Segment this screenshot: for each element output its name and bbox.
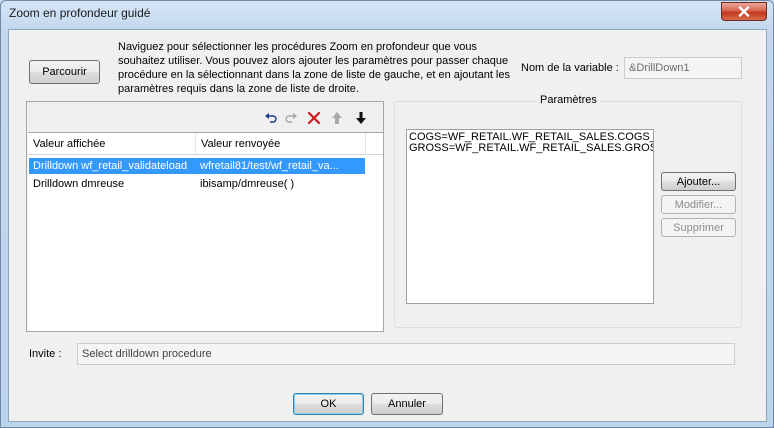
- prompt-label: Invite :: [29, 348, 62, 360]
- procedure-panel: Valeur affichée Valeur renvoyée Drilldow…: [26, 101, 384, 332]
- modify-parameter-button[interactable]: Modifier...: [661, 195, 736, 214]
- title-bar: Zoom en profondeur guidé: [1, 1, 773, 27]
- list-header: Valeur affichée Valeur renvoyée: [28, 133, 383, 155]
- list-item[interactable]: Drilldown wf_retail_validateload wfretai…: [29, 158, 365, 174]
- parameters-list[interactable]: COGS=WF_RETAIL.WF_RETAIL_SALES.COGS_US G…: [406, 129, 654, 304]
- window-title: Zoom en profondeur guidé: [9, 6, 151, 20]
- add-parameter-button[interactable]: Ajouter...: [661, 172, 736, 191]
- procedure-list[interactable]: Valeur affichée Valeur renvoyée Drilldow…: [28, 132, 383, 331]
- move-up-icon[interactable]: [329, 110, 345, 126]
- parameters-group: Paramètres COGS=WF_RETAIL.WF_RETAIL_SALE…: [394, 94, 742, 328]
- column-header-displayed-value[interactable]: Valeur affichée: [28, 133, 196, 155]
- ok-button[interactable]: OK: [293, 393, 364, 415]
- list-item-display-value: Drilldown wf_retail_validateload: [33, 160, 188, 172]
- list-item-returned-value: ibisamp/dmreuse( ): [200, 178, 295, 190]
- dialog-window: Zoom en profondeur guidé Parcourir Navig…: [0, 0, 774, 428]
- redo-icon[interactable]: [283, 110, 299, 126]
- list-item-display-value: Drilldown dmreuse: [33, 178, 125, 190]
- column-header-returned-value[interactable]: Valeur renvoyée: [196, 133, 366, 155]
- dialog-body: Parcourir Naviguez pour sélectionner les…: [8, 29, 767, 422]
- browse-button[interactable]: Parcourir: [29, 60, 100, 84]
- variable-name-label: Nom de la variable :: [521, 62, 619, 74]
- parameters-group-title: Paramètres: [537, 94, 600, 106]
- variable-name-input[interactable]: [624, 57, 742, 79]
- close-button[interactable]: [721, 2, 767, 21]
- undo-icon[interactable]: [263, 110, 279, 126]
- parameter-line: GROSS=WF_RETAIL.WF_RETAIL_SALES.GROSS_F: [409, 142, 654, 154]
- list-item[interactable]: Drilldown dmreuse ibisamp/dmreuse( ): [29, 176, 365, 192]
- instructions-text: Naviguez pour sélectionner les procédure…: [118, 41, 510, 95]
- list-item-returned-value: wfretail81/test/wf_retail_va...: [200, 160, 339, 172]
- move-down-icon[interactable]: [353, 110, 369, 126]
- close-icon: [738, 6, 750, 17]
- cancel-button[interactable]: Annuler: [371, 393, 443, 415]
- delete-icon[interactable]: [306, 110, 322, 126]
- delete-parameter-button[interactable]: Supprimer: [661, 218, 736, 237]
- prompt-input[interactable]: [77, 343, 735, 365]
